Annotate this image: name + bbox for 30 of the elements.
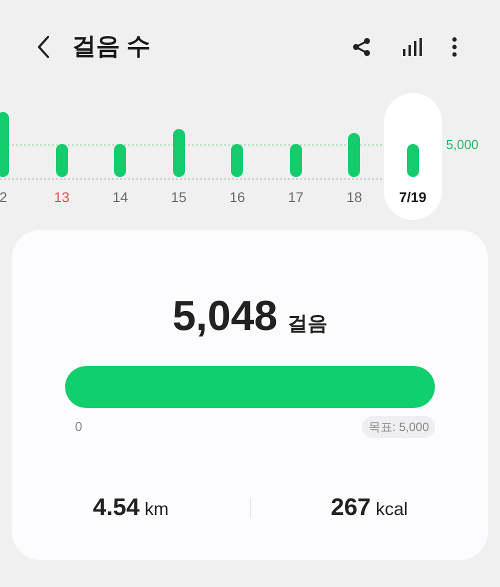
step-bar: [406, 144, 419, 177]
step-bar: [0, 112, 10, 177]
day-column[interactable]: 7/19: [384, 93, 442, 220]
progress-min-label: 0: [75, 418, 82, 436]
stat-value: 267: [330, 493, 371, 523]
bar-chart-icon: [402, 38, 422, 56]
day-column[interactable]: 16: [208, 93, 266, 220]
more-icon: [452, 36, 456, 56]
day-column[interactable]: 15: [150, 93, 208, 220]
step-unit: 걸음: [288, 312, 328, 337]
stat-unit: km: [144, 498, 169, 521]
goal-line-label: 5,000: [446, 136, 479, 154]
stat-unit: kcal: [376, 498, 408, 521]
day-column[interactable]: 17: [266, 93, 325, 220]
step-bar: [348, 133, 360, 177]
step-bar: [172, 129, 185, 177]
step-count: 5,048: [172, 291, 278, 341]
step-bar: [114, 144, 126, 177]
stat-value: 4.54: [92, 493, 140, 523]
day-column[interactable]: 18: [325, 93, 384, 220]
share-icon: [352, 36, 372, 56]
goal-chip: 목표: 5,000: [362, 416, 435, 438]
day-column[interactable]: 13: [32, 93, 91, 220]
step-bar: [56, 144, 68, 177]
day-column[interactable]: 2: [0, 93, 32, 220]
step-bar: [231, 144, 244, 177]
page-title: 걸음 수: [72, 32, 151, 62]
back-icon: [36, 34, 50, 58]
day-column[interactable]: 14: [91, 93, 150, 220]
step-bar: [290, 144, 302, 177]
